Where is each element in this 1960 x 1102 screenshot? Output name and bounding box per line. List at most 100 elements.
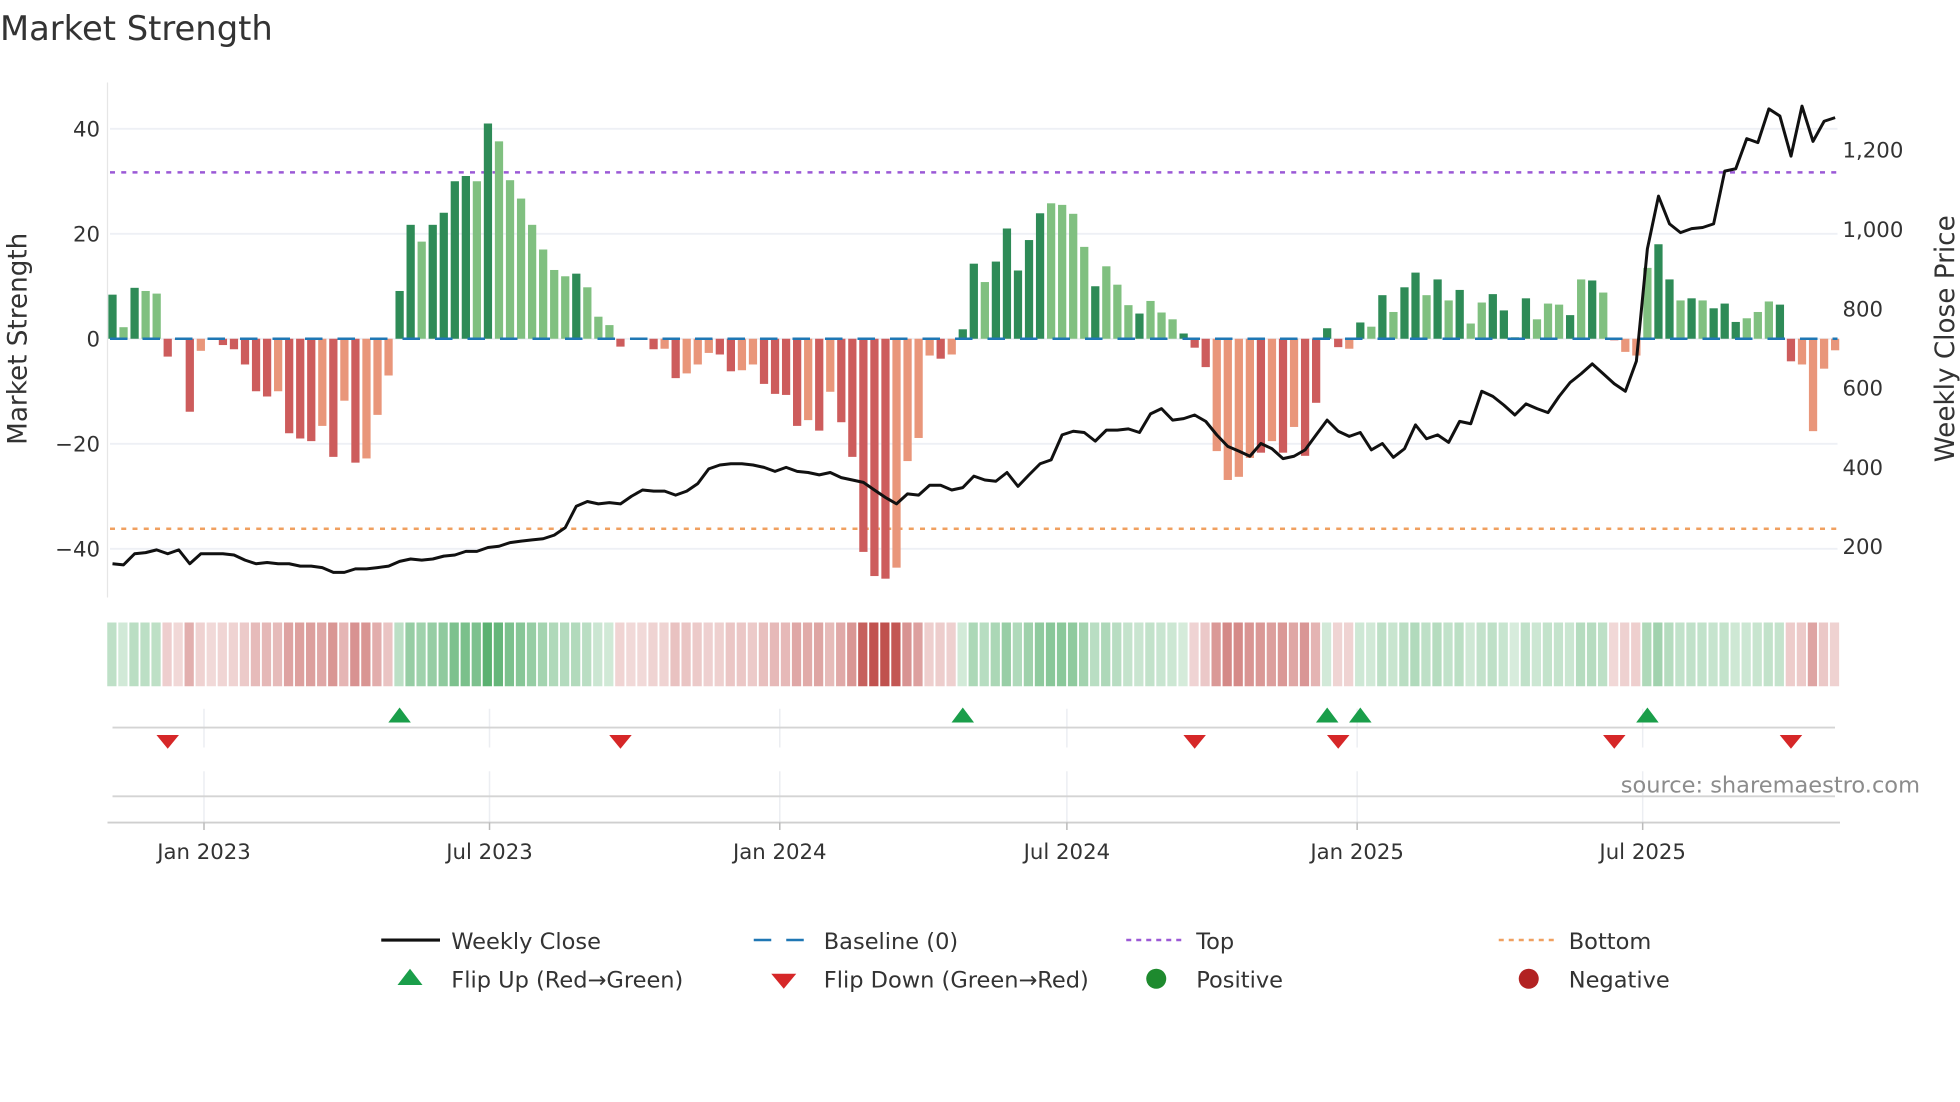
heat-cell (593, 622, 603, 687)
heat-cell (548, 622, 559, 687)
legend-flip-up[interactable]: Flip Up (Red→Green) (397, 968, 684, 994)
triangle-up-icon (397, 968, 423, 985)
bar-positive (594, 316, 603, 339)
heat-cell (228, 622, 238, 687)
bar-positive (1731, 321, 1740, 339)
bar-negative (1797, 338, 1807, 365)
heat-cell (847, 622, 857, 687)
bar-negative (307, 338, 316, 442)
legend-negative[interactable]: Negative (1518, 968, 1670, 994)
heat-cell (1752, 622, 1762, 687)
heat-cell (239, 622, 250, 687)
market-strength-chart: Market Strength 40200−20−40 1,2001,00080… (0, 9, 1960, 994)
heat-cell (1366, 622, 1376, 687)
y2-tick-label: 600 (1843, 377, 1884, 402)
heat-cell (1730, 622, 1740, 687)
heat-cell (1609, 622, 1619, 687)
bar-positive (439, 212, 448, 339)
heat-cell (758, 622, 769, 687)
flip-down-marker-icon (1326, 735, 1350, 749)
x-tick-label: Jul 2023 (444, 840, 532, 865)
heat-cell (747, 622, 757, 687)
legend-flip-down[interactable]: Flip Down (Green→Red) (771, 968, 1089, 994)
bar-negative (285, 338, 294, 434)
heat-cell (1377, 622, 1387, 687)
bar-negative (649, 338, 658, 350)
heat-cell (317, 622, 327, 687)
bar-positive (1135, 313, 1144, 339)
bar-positive (1168, 319, 1177, 339)
bar-positive (1687, 298, 1696, 339)
heat-cell (626, 622, 636, 687)
bar-positive (1367, 326, 1376, 339)
left-axis-ticks: 40 20 0 −20 −40 (55, 117, 100, 562)
bar-negative (693, 338, 702, 365)
heat-cell (272, 622, 283, 687)
bar-positive (119, 327, 128, 339)
bar-negative (1245, 338, 1255, 458)
bar-positive (1709, 308, 1718, 339)
bar-negative (815, 338, 824, 431)
bar-negative (1334, 338, 1343, 348)
heat-cell (1465, 622, 1475, 687)
bar-positive (1002, 228, 1012, 339)
lower-panel-gridlines (203, 708, 1644, 823)
bar-negative (859, 338, 868, 552)
heat-cell (1078, 622, 1089, 687)
bar-negative (826, 338, 835, 392)
right-axis-ticks: 1,200 1,000 800 600 400 200 (1843, 139, 1904, 561)
bar-positive (483, 123, 493, 339)
legend-top[interactable]: Top (1126, 929, 1234, 955)
bar-negative (726, 338, 736, 372)
bar-negative (362, 338, 371, 459)
legend-baseline[interactable]: Baseline (0) (753, 929, 958, 955)
heat-cell (471, 622, 481, 687)
heat-cell (1399, 622, 1409, 687)
heat-cell (791, 622, 802, 687)
flip-up-marker-icon (1315, 707, 1339, 723)
y2-tick-label: 1,200 (1843, 139, 1904, 164)
bar-negative (229, 338, 239, 350)
bar-positive (130, 287, 139, 339)
bar-positive (1466, 323, 1475, 339)
heat-cell (1012, 622, 1022, 687)
heat-cell (460, 622, 470, 687)
heat-cell (250, 622, 261, 687)
heat-cell (1034, 622, 1045, 687)
heat-cell (151, 622, 161, 687)
heat-cell (946, 622, 956, 687)
flip-down-marker-icon (609, 735, 632, 749)
bar-positive (108, 294, 117, 339)
bar-positive (1046, 203, 1056, 339)
legend-bottom[interactable]: Bottom (1498, 929, 1652, 955)
legend-label: Top (1195, 929, 1234, 955)
x-tick-label: Jul 2024 (1022, 840, 1110, 865)
bar-positive (1024, 240, 1034, 339)
y2-tick-label: 800 (1843, 297, 1884, 322)
heat-cell (107, 622, 117, 687)
heat-cell (692, 622, 702, 687)
bar-positive (1764, 301, 1773, 339)
bar-negative (1831, 338, 1840, 351)
y-tick-label: 0 (86, 327, 100, 352)
bar-negative (351, 338, 360, 463)
source-label: source: sharemaestro.com (1621, 773, 1920, 799)
bar-positive (505, 180, 515, 339)
bar-positive (991, 261, 1001, 339)
heat-cell (1266, 622, 1276, 687)
y-tick-label: −20 (55, 432, 100, 457)
heat-cell (979, 622, 989, 687)
heat-cell (195, 622, 205, 687)
y-tick-label: 20 (73, 222, 100, 247)
bar-negative (1300, 338, 1310, 456)
legend-weekly-close[interactable]: Weekly Close (381, 929, 601, 955)
bar-negative (892, 338, 901, 568)
bar-negative (262, 338, 272, 397)
heat-cell (283, 622, 294, 687)
heat-cell (206, 622, 216, 687)
heat-cell (1332, 622, 1343, 687)
legend-positive[interactable]: Positive (1146, 968, 1283, 994)
bar-negative (914, 338, 923, 438)
heat-cell (1785, 622, 1795, 687)
bar-positive (1069, 213, 1078, 339)
